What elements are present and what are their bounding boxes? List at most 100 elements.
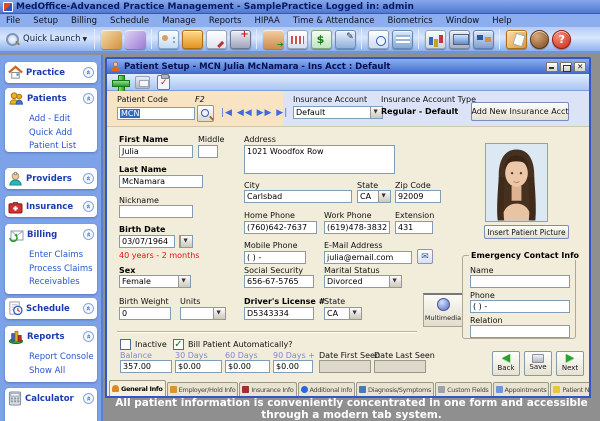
sidebar-item-report-console[interactable]: Report Console (29, 351, 97, 365)
dropdown-arrow-icon[interactable] (349, 308, 361, 319)
birth-date-picker[interactable] (179, 235, 193, 248)
middle-input[interactable] (198, 145, 218, 158)
scheduler-report-icon[interactable] (368, 30, 389, 49)
email-input[interactable]: julia@email.com (324, 251, 412, 264)
verify-clipboard-icon[interactable] (157, 75, 170, 90)
first-name-input[interactable]: Julia (119, 145, 193, 158)
menu-biometrics[interactable]: Biometrics (388, 16, 433, 26)
chevron-up-icon[interactable]: » (83, 331, 94, 342)
menu-hipaa[interactable]: HIPAA (254, 16, 279, 26)
chevron-up-icon[interactable]: » (83, 93, 94, 104)
extension-input[interactable]: 431 (395, 221, 433, 234)
tab-custom-fields[interactable]: Custom Fields (435, 382, 491, 396)
tab-insurance-info[interactable]: Insurance Info (239, 382, 296, 396)
patient-folder-icon[interactable] (182, 30, 203, 49)
last-name-input[interactable]: McNamara (119, 175, 203, 188)
menu-window[interactable]: Window (446, 16, 480, 26)
multimedia-button[interactable]: Multimedia (423, 293, 463, 327)
emergency-name-input[interactable] (470, 275, 570, 288)
calendar-calculator-icon[interactable] (392, 30, 413, 49)
birth-date-input[interactable]: 03/07/1964 (119, 235, 175, 248)
referrals-icon[interactable] (263, 30, 284, 49)
emergency-relation-input[interactable] (470, 325, 570, 338)
insert-patient-picture-button[interactable]: Insert Patient Picture (484, 225, 569, 239)
sidebar-header-reports[interactable]: Reports » (5, 326, 97, 347)
nickname-input[interactable] (119, 205, 193, 218)
nav-prev-button[interactable]: ◀◀ (237, 108, 253, 118)
home-phone-input[interactable]: (760)642-7637 (244, 221, 317, 234)
dropdown-arrow-icon[interactable] (178, 276, 190, 287)
menu-help[interactable]: Help (492, 16, 511, 26)
marital-status-select[interactable]: Divorced (324, 275, 402, 288)
chevron-up-icon[interactable]: » (83, 393, 94, 404)
sidebar-item-process-claims[interactable]: Process Claims (29, 263, 97, 277)
state-select[interactable]: CA (357, 190, 391, 203)
sidebar-item-add-edit[interactable]: Add - Edit (29, 113, 97, 127)
units-select[interactable] (180, 307, 226, 320)
charts-icon[interactable] (425, 30, 446, 49)
sidebar-section-insurance[interactable]: Insurance « (5, 196, 97, 217)
add-patient-icon[interactable] (112, 75, 128, 90)
quick-launch-label[interactable]: Quick Launch (23, 34, 81, 44)
network-users-icon[interactable] (473, 30, 494, 49)
back-button[interactable]: ◀ Back (492, 351, 520, 376)
tab-employer-hold-info[interactable]: Employer/Hold Info (167, 382, 239, 396)
menu-billing[interactable]: Billing (71, 16, 97, 26)
dropdown-arrow-icon[interactable] (180, 236, 192, 247)
sex-select[interactable]: Female (119, 275, 191, 288)
sidebar-section-calculator[interactable]: Calculator » (5, 388, 97, 421)
next-button[interactable]: ▶ Next (556, 351, 584, 376)
chevron-down-icon[interactable]: « (83, 201, 94, 212)
nav-last-button[interactable]: ▶| (276, 108, 288, 118)
progress-notes-icon[interactable] (206, 30, 227, 49)
birth-weight-input[interactable]: 0 (119, 307, 171, 320)
tab-appointments[interactable]: Appointments (493, 382, 550, 396)
chevron-up-icon[interactable]: » (83, 229, 94, 240)
sidebar-item-patient-list[interactable]: Patient List (29, 140, 97, 152)
menu-reports[interactable]: Reports (209, 16, 242, 26)
patient-code-input[interactable]: MCN (117, 107, 195, 120)
quick-launch-search-icon[interactable] (5, 32, 20, 47)
menu-manage[interactable]: Manage (162, 16, 196, 26)
payments-icon[interactable] (311, 30, 332, 49)
sidebar-section-schedule[interactable]: Schedule « (5, 298, 97, 319)
add-new-insurance-button[interactable]: Add New Insurance Acct (471, 102, 569, 121)
workstation-icon[interactable] (449, 30, 470, 49)
tab-general-info[interactable]: General Info (109, 380, 166, 396)
insurance-account-select[interactable]: Default (293, 106, 383, 119)
audit-seal-icon[interactable] (530, 30, 549, 49)
cpt-codes-icon[interactable] (101, 30, 122, 49)
menu-time-attendance[interactable]: Time & Attendance (293, 16, 375, 26)
dl-state-select[interactable]: CA (324, 307, 362, 320)
patient-info-icon[interactable] (158, 30, 179, 49)
sidebar-header-patients[interactable]: Patients » (5, 88, 97, 109)
sidebar-item-receivables[interactable]: Receivables (29, 276, 97, 290)
minimize-button[interactable] (546, 62, 558, 72)
emergency-phone-input[interactable]: ( ) - (470, 300, 570, 313)
dropdown-arrow-icon[interactable] (213, 308, 225, 319)
maximize-button[interactable] (560, 62, 572, 72)
dropdown-arrow-icon[interactable] (389, 276, 401, 287)
save-icon[interactable] (135, 76, 150, 89)
zip-input[interactable]: 92009 (395, 190, 441, 203)
patient-search-button[interactable] (197, 105, 214, 122)
close-button[interactable] (574, 62, 586, 72)
ssn-input[interactable]: 656-67-5765 (244, 275, 314, 288)
chevron-down-icon[interactable]: « (83, 67, 94, 78)
save-button[interactable]: Save (524, 351, 552, 376)
chevron-down-icon[interactable]: « (83, 173, 94, 184)
quick-launch-dropdown-icon[interactable]: ▼ (83, 36, 88, 43)
tab-additional-info[interactable]: Additional Info (298, 382, 356, 396)
sidebar-item-quick-add[interactable]: Quick Add (29, 127, 97, 141)
sidebar-section-providers[interactable]: Providers « (5, 168, 97, 189)
electronic-signature-icon[interactable] (335, 30, 356, 49)
menu-setup[interactable]: Setup (33, 16, 58, 26)
menu-file[interactable]: File (6, 16, 20, 26)
nav-next-button[interactable]: ▶▶ (257, 108, 273, 118)
sidebar-header-billing[interactable]: Billing » (5, 224, 97, 245)
nav-first-button[interactable]: |◀ (221, 108, 233, 118)
chevron-down-icon[interactable]: « (83, 303, 94, 314)
sidebar-item-show-all[interactable]: Show All (29, 365, 97, 379)
dropdown-arrow-icon[interactable] (378, 191, 390, 202)
tab-diagnosis-symptoms[interactable]: Diagnosis/Symptoms (356, 382, 434, 396)
